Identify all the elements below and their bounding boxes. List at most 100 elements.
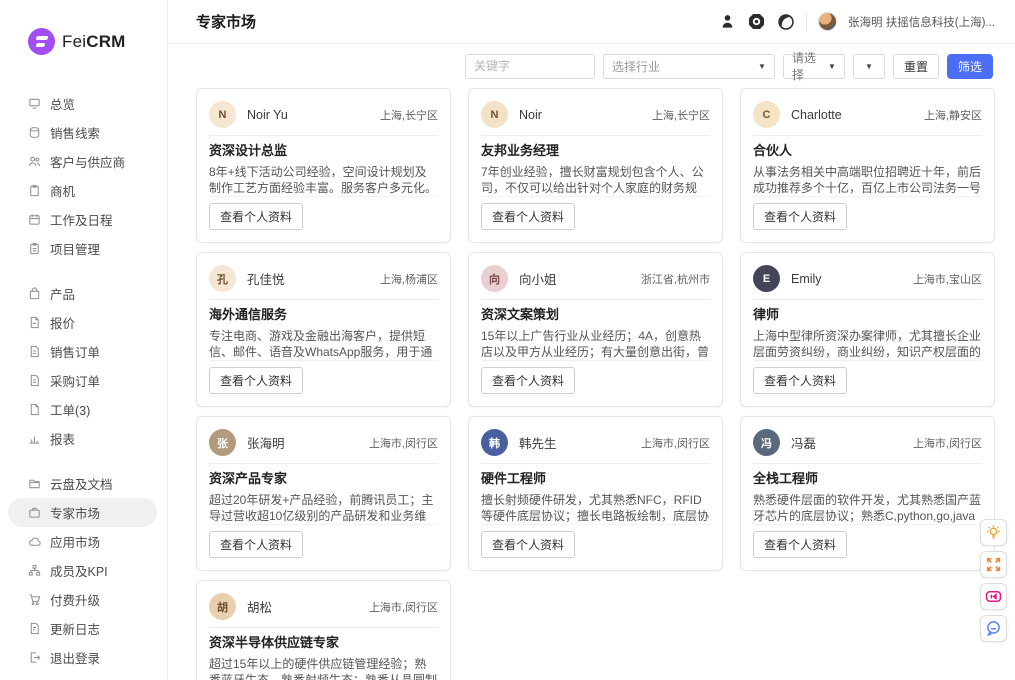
expert-card: 冯 冯磊 上海市,闵行区 全栈工程师 熟悉硬件层面的软件开发，尤其熟悉国产蓝牙芯… xyxy=(740,416,995,571)
document-lines-icon xyxy=(28,345,41,358)
view-profile-button[interactable]: 查看个人资料 xyxy=(209,531,303,558)
page-title: 专家市场 xyxy=(196,11,256,32)
sidebar-item-leads[interactable]: 销售线索 xyxy=(0,118,167,147)
expert-avatar: 孔 xyxy=(209,265,236,292)
user-company-label[interactable]: 张海明 扶摇信息科技(上海)... xyxy=(848,14,995,30)
sidebar-item-reports[interactable]: 报表 xyxy=(0,424,167,453)
expert-location: 上海市,闵行区 xyxy=(641,435,710,451)
view-profile-button[interactable]: 查看个人资料 xyxy=(209,203,303,230)
expert-description: 15年以上广告行业从业经历；4A，创意热店以及甲方从业经历；有大量创意出街，曾长… xyxy=(481,328,710,360)
bar-chart-icon xyxy=(28,432,41,445)
expert-title: 律师 xyxy=(753,307,982,323)
expert-location: 浙江省,杭州市 xyxy=(641,271,710,287)
fullscreen-button[interactable] xyxy=(980,551,1007,578)
card-header: 孔 孔佳悦 上海,杨浦区 xyxy=(209,265,438,300)
filter-bar: 选择行业 ▼ 请选择 ▼ ▼ 重置 筛选 xyxy=(168,44,1015,88)
keyword-input[interactable] xyxy=(465,54,595,79)
sidebar-item-opportunities[interactable]: 商机 xyxy=(0,176,167,205)
support-chat-button[interactable] xyxy=(980,615,1007,642)
sidebar-item-schedule[interactable]: 工作及日程 xyxy=(0,205,167,234)
sidebar-item-logout[interactable]: 退出登录 xyxy=(0,643,167,672)
main-area: 专家市场 张海明 扶摇信息科技(上海)... 选择行业 ▼ 请选择 ▼ ▼ xyxy=(168,0,1015,680)
card-footer: 查看个人资料 xyxy=(481,196,710,230)
expert-avatar: 向 xyxy=(481,265,508,292)
sidebar-item-purchase-orders[interactable]: 采购订单 xyxy=(0,366,167,395)
card-header: 韩 韩先生 上海市,闵行区 xyxy=(481,429,710,464)
sidebar-item-work-orders[interactable]: 工单(3) xyxy=(0,395,167,424)
view-profile-button[interactable]: 查看个人资料 xyxy=(209,367,303,394)
card-footer: 查看个人资料 xyxy=(209,196,438,230)
fullscreen-icon xyxy=(985,556,1002,573)
expert-name: Noir xyxy=(519,108,542,122)
expert-title: 全栈工程师 xyxy=(753,471,982,487)
view-profile-button[interactable]: 查看个人资料 xyxy=(753,531,847,558)
sidebar: FeiCRM 总览 销售线索 客户与供应商 商机 工作及日程 项目管理 xyxy=(0,0,168,680)
card-header: N Noir 上海,长宁区 xyxy=(481,101,710,136)
sidebar-item-changelog[interactable]: 更新日志 xyxy=(0,614,167,643)
card-footer: 查看个人资料 xyxy=(209,360,438,394)
expert-name: Charlotte xyxy=(791,108,842,122)
sidebar-item-products[interactable]: 产品 xyxy=(0,279,167,308)
sidebar-item-overview[interactable]: 总览 xyxy=(0,89,167,118)
expert-avatar: 张 xyxy=(209,429,236,456)
file-icon xyxy=(28,403,41,416)
theme-toggle-icon[interactable] xyxy=(777,13,795,31)
expert-title: 友邦业务经理 xyxy=(481,143,710,159)
gear-icon[interactable] xyxy=(747,12,766,31)
expert-name: 向小姐 xyxy=(519,269,557,288)
filter-button[interactable]: 筛选 xyxy=(947,54,993,79)
sidebar-item-expert-market[interactable]: 专家市场 xyxy=(8,498,157,527)
expert-avatar: E xyxy=(753,265,780,292)
user-avatar[interactable] xyxy=(818,12,837,31)
expert-title: 资深产品专家 xyxy=(209,471,438,487)
sidebar-item-members-kpi[interactable]: 成员及KPI xyxy=(0,556,167,585)
expert-title: 资深文案策划 xyxy=(481,307,710,323)
player-button[interactable] xyxy=(980,583,1007,610)
user-icon[interactable] xyxy=(719,13,736,30)
view-profile-button[interactable]: 查看个人资料 xyxy=(753,367,847,394)
expert-title: 合伙人 xyxy=(753,143,982,159)
view-profile-button[interactable]: 查看个人资料 xyxy=(481,367,575,394)
sidebar-item-app-market[interactable]: 应用市场 xyxy=(0,527,167,556)
card-footer: 查看个人资料 xyxy=(209,524,438,558)
app-window: FeiCRM 总览 销售线索 客户与供应商 商机 工作及日程 项目管理 xyxy=(0,0,1015,680)
expert-location: 上海,静安区 xyxy=(924,107,982,123)
card-header: 向 向小姐 浙江省,杭州市 xyxy=(481,265,710,300)
topbar-actions: 张海明 扶摇信息科技(上海)... xyxy=(719,12,995,31)
sidebar-item-upgrade[interactable]: 付费升级 xyxy=(0,585,167,614)
industry-select[interactable]: 选择行业 ▼ xyxy=(603,54,775,79)
view-profile-button[interactable]: 查看个人资料 xyxy=(481,203,575,230)
expert-name: 孔佳悦 xyxy=(247,269,285,288)
sidebar-item-cloud-docs[interactable]: 云盘及文档 xyxy=(0,469,167,498)
view-profile-button[interactable]: 查看个人资料 xyxy=(481,531,575,558)
folder-icon xyxy=(28,477,41,490)
expert-description: 擅长射频硬件研发，尤其熟悉NFC，RFID等硬件底层协议；擅长电路板绘制，底层协… xyxy=(481,492,710,524)
expert-title: 硬件工程师 xyxy=(481,471,710,487)
users-icon xyxy=(28,155,41,168)
expert-card: N Noir Yu 上海,长宁区 资深设计总监 8年+线下活动公司经验，空间设计… xyxy=(196,88,451,243)
sidebar-item-customers-suppliers[interactable]: 客户与供应商 xyxy=(0,147,167,176)
expert-location: 上海,长宁区 xyxy=(652,107,710,123)
expert-description: 8年+线下活动公司经验，空间设计规划及制作工艺方面经验丰富。服务客户多元化。服务… xyxy=(209,164,438,196)
expert-name: 韩先生 xyxy=(519,433,557,452)
sidebar-item-quotes[interactable]: 报价 xyxy=(0,308,167,337)
sidebar-group-gap xyxy=(0,453,167,469)
reset-button[interactable]: 重置 xyxy=(893,54,939,79)
dashboard-icon xyxy=(28,97,41,110)
view-profile-button[interactable]: 查看个人资料 xyxy=(753,203,847,230)
expert-name: Emily xyxy=(791,272,822,286)
document-lines-icon xyxy=(28,374,41,387)
expert-location: 上海,长宁区 xyxy=(380,107,438,123)
expert-location: 上海市,闵行区 xyxy=(369,435,438,451)
sidebar-item-sales-orders[interactable]: 销售订单 xyxy=(0,337,167,366)
mini-select[interactable]: ▼ xyxy=(853,54,885,79)
expert-title: 资深设计总监 xyxy=(209,143,438,159)
secondary-select[interactable]: 请选择 ▼ xyxy=(783,54,845,79)
chevron-down-icon: ▼ xyxy=(820,62,836,71)
expert-card: 向 向小姐 浙江省,杭州市 资深文案策划 15年以上广告行业从业经历；4A，创意… xyxy=(468,252,723,407)
sidebar-item-projects[interactable]: 项目管理 xyxy=(0,234,167,263)
document-icon xyxy=(28,316,41,329)
card-footer: 查看个人资料 xyxy=(481,360,710,394)
hint-button[interactable] xyxy=(980,519,1007,546)
expert-location: 上海市,宝山区 xyxy=(913,271,982,287)
